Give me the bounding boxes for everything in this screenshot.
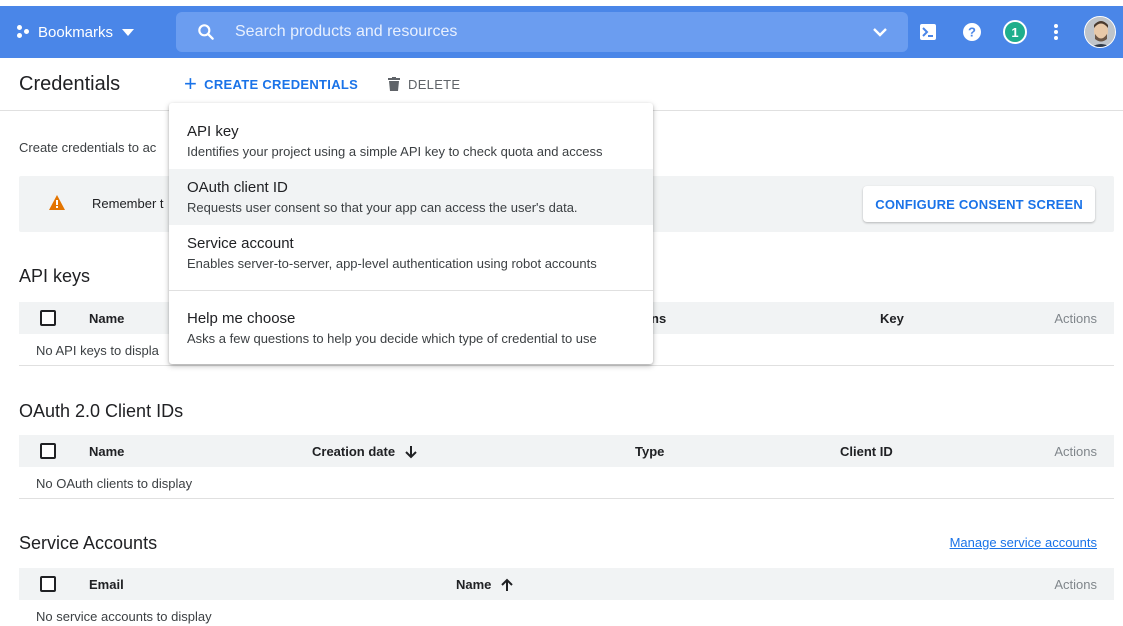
create-credentials-button[interactable]: + CREATE CREDENTIALS xyxy=(184,71,359,96)
delete-label: DELETE xyxy=(408,76,461,92)
oauth-empty-row: No OAuth clients to display xyxy=(19,467,1114,499)
api-keys-title: API keys xyxy=(19,266,91,286)
menu-item-description: Requests user consent so that your app c… xyxy=(187,200,578,215)
column-name[interactable]: Name xyxy=(456,577,514,592)
manage-service-accounts-link[interactable]: Manage service accounts xyxy=(950,535,1097,550)
intro-text: Create credentials to ac xyxy=(19,140,157,155)
search-input[interactable]: Search products and resources xyxy=(176,12,908,52)
select-all-checkbox[interactable] xyxy=(40,443,56,459)
column-actions: Actions xyxy=(1054,577,1097,592)
menu-item-title: API key xyxy=(187,123,239,140)
service-accounts-empty-row: No service accounts to display xyxy=(19,600,1114,626)
menu-divider xyxy=(169,290,653,291)
column-name[interactable]: Name xyxy=(89,311,124,326)
menu-item-api-key[interactable]: API key Identifies your project using a … xyxy=(169,113,653,169)
chevron-down-icon[interactable] xyxy=(872,26,888,38)
trash-icon xyxy=(388,77,400,91)
service-accounts-table-header: Email Name Actions xyxy=(19,568,1114,600)
create-credentials-menu: API key Identifies your project using a … xyxy=(169,103,653,364)
oauth-clients-title: OAuth 2.0 Client IDs xyxy=(19,401,184,421)
page-title: Credentials xyxy=(19,73,121,95)
menu-item-title: Help me choose xyxy=(187,310,296,327)
column-name-label: Name xyxy=(456,577,492,592)
column-creation-date-label: Creation date xyxy=(312,444,396,459)
column-key[interactable]: Key xyxy=(880,311,904,326)
plus-icon: + xyxy=(184,71,198,96)
search-icon xyxy=(198,24,214,40)
column-actions: Actions xyxy=(1054,444,1097,459)
empty-message: No OAuth clients to display xyxy=(36,476,193,491)
column-name[interactable]: Name xyxy=(89,444,124,459)
menu-item-description: Enables server-to-server, app-level auth… xyxy=(187,256,597,271)
bookmarks-icon xyxy=(17,25,33,39)
menu-item-title: OAuth client ID xyxy=(187,179,288,196)
menu-item-help-me-choose[interactable]: Help me choose Asks a few questions to h… xyxy=(169,300,653,356)
menu-item-oauth-client-id[interactable]: OAuth client ID Requests user consent so… xyxy=(169,169,653,225)
arrow-down-icon xyxy=(405,445,417,458)
chevron-down-icon xyxy=(122,28,135,36)
help-icon[interactable]: ? xyxy=(962,22,982,42)
column-client-id[interactable]: Client ID xyxy=(840,444,893,459)
oauth-table-header: Name Creation date Type Client ID Action… xyxy=(19,435,1114,467)
menu-item-description: Identifies your project using a simple A… xyxy=(187,144,603,159)
column-type[interactable]: Type xyxy=(635,444,664,459)
avatar[interactable] xyxy=(1084,16,1116,48)
svg-text:?: ? xyxy=(968,25,976,40)
service-accounts-title: Service Accounts xyxy=(19,533,158,553)
warning-icon xyxy=(49,195,65,210)
empty-message: No service accounts to display xyxy=(36,609,212,624)
more-vert-icon[interactable] xyxy=(1046,22,1066,42)
empty-message: No API keys to displa xyxy=(36,343,159,358)
create-credentials-label: CREATE CREDENTIALS xyxy=(204,76,359,92)
arrow-up-icon xyxy=(501,578,514,591)
configure-consent-screen-button[interactable]: CONFIGURE CONSENT SCREEN xyxy=(863,186,1095,222)
column-restrictions[interactable]: ns xyxy=(651,311,666,326)
column-email[interactable]: Email xyxy=(89,577,124,592)
menu-item-title: Service account xyxy=(187,235,294,252)
notice-text: Remember t xyxy=(92,196,164,211)
bookmarks-menu-button[interactable]: Bookmarks xyxy=(17,19,135,45)
select-all-checkbox[interactable] xyxy=(40,576,56,592)
bookmarks-label: Bookmarks xyxy=(38,23,114,41)
menu-item-service-account[interactable]: Service account Enables server-to-server… xyxy=(169,225,653,281)
column-actions: Actions xyxy=(1054,311,1097,326)
column-creation-date[interactable]: Creation date xyxy=(312,444,418,459)
delete-button[interactable]: DELETE xyxy=(388,74,460,94)
cloud-shell-icon[interactable] xyxy=(918,22,938,42)
select-all-checkbox[interactable] xyxy=(40,310,56,326)
search-placeholder: Search products and resources xyxy=(235,23,458,40)
app-bar: Bookmarks Search products and resources … xyxy=(0,0,1123,64)
menu-item-description: Asks a few questions to help you decide … xyxy=(187,331,597,346)
notifications-badge[interactable]: 1 xyxy=(1003,20,1027,44)
